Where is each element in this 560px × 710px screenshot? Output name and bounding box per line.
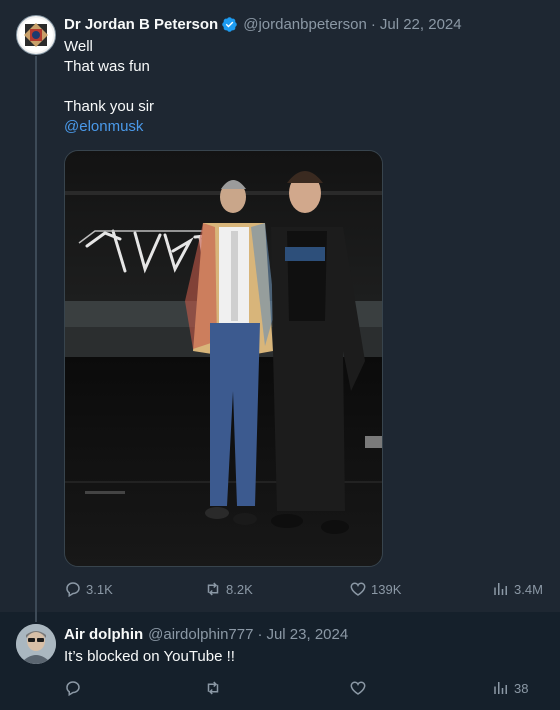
tweet-line-3: Thank you sir xyxy=(64,98,155,115)
tweet-line-2: That was fun xyxy=(64,58,150,75)
repost-count: 8.2K xyxy=(226,581,253,597)
views-button[interactable]: 3.4M xyxy=(492,580,543,598)
heart-icon xyxy=(350,582,366,596)
repost-icon xyxy=(207,582,219,596)
reply-like-button[interactable] xyxy=(349,679,371,697)
tweet-header: Dr Jordan B Peterson @jordanbpeterson · … xyxy=(64,16,462,33)
air-dolphin-avatar[interactable] xyxy=(16,624,56,664)
separator-dot: · xyxy=(370,16,376,33)
views-icon xyxy=(494,682,507,694)
tweet-photo[interactable] xyxy=(64,150,383,567)
views-icon xyxy=(494,583,507,595)
reply-repost-button[interactable] xyxy=(204,679,226,697)
repost-icon xyxy=(207,681,219,695)
reply-header: Air dolphin @airdolphin777 · Jul 23, 202… xyxy=(64,626,348,643)
reply-actions: 38 xyxy=(64,679,544,699)
heart-icon xyxy=(350,681,366,695)
views-count: 3.4M xyxy=(514,581,543,597)
thread-line xyxy=(35,56,37,622)
reply-date[interactable]: Jul 23, 2024 xyxy=(266,626,348,643)
tweet-line-1: Well xyxy=(64,38,93,55)
tweet-actions: 3.1K 8.2K 139K 3.4M xyxy=(64,580,544,600)
reply-views-count: 38 xyxy=(514,680,529,696)
author-name[interactable]: Dr Jordan B Peterson xyxy=(64,16,218,33)
reply-author-name[interactable]: Air dolphin xyxy=(64,626,143,643)
reply-reply-button[interactable] xyxy=(64,679,86,697)
reply-text: It’s blocked on YouTube !! xyxy=(64,648,235,665)
verified-badge-icon xyxy=(222,17,237,32)
mention-link[interactable]: @elonmusk xyxy=(64,117,143,137)
like-button[interactable]: 139K xyxy=(349,580,401,598)
reply-author-handle[interactable]: @airdolphin777 xyxy=(148,626,253,643)
jordan-peterson-avatar[interactable] xyxy=(16,15,56,55)
reply-button[interactable]: 3.1K xyxy=(64,580,113,598)
repost-button[interactable]: 8.2K xyxy=(204,580,253,598)
reply-views-button[interactable]: 38 xyxy=(492,679,528,697)
tweet-date[interactable]: Jul 22, 2024 xyxy=(380,16,462,33)
reply-icon xyxy=(66,681,80,697)
author-handle[interactable]: @jordanbpeterson xyxy=(243,16,367,33)
like-count: 139K xyxy=(371,581,402,597)
photo-illustration xyxy=(65,151,382,566)
reply-icon xyxy=(66,582,80,598)
reply-count: 3.1K xyxy=(86,581,113,597)
reply-separator-dot: · xyxy=(257,626,263,643)
